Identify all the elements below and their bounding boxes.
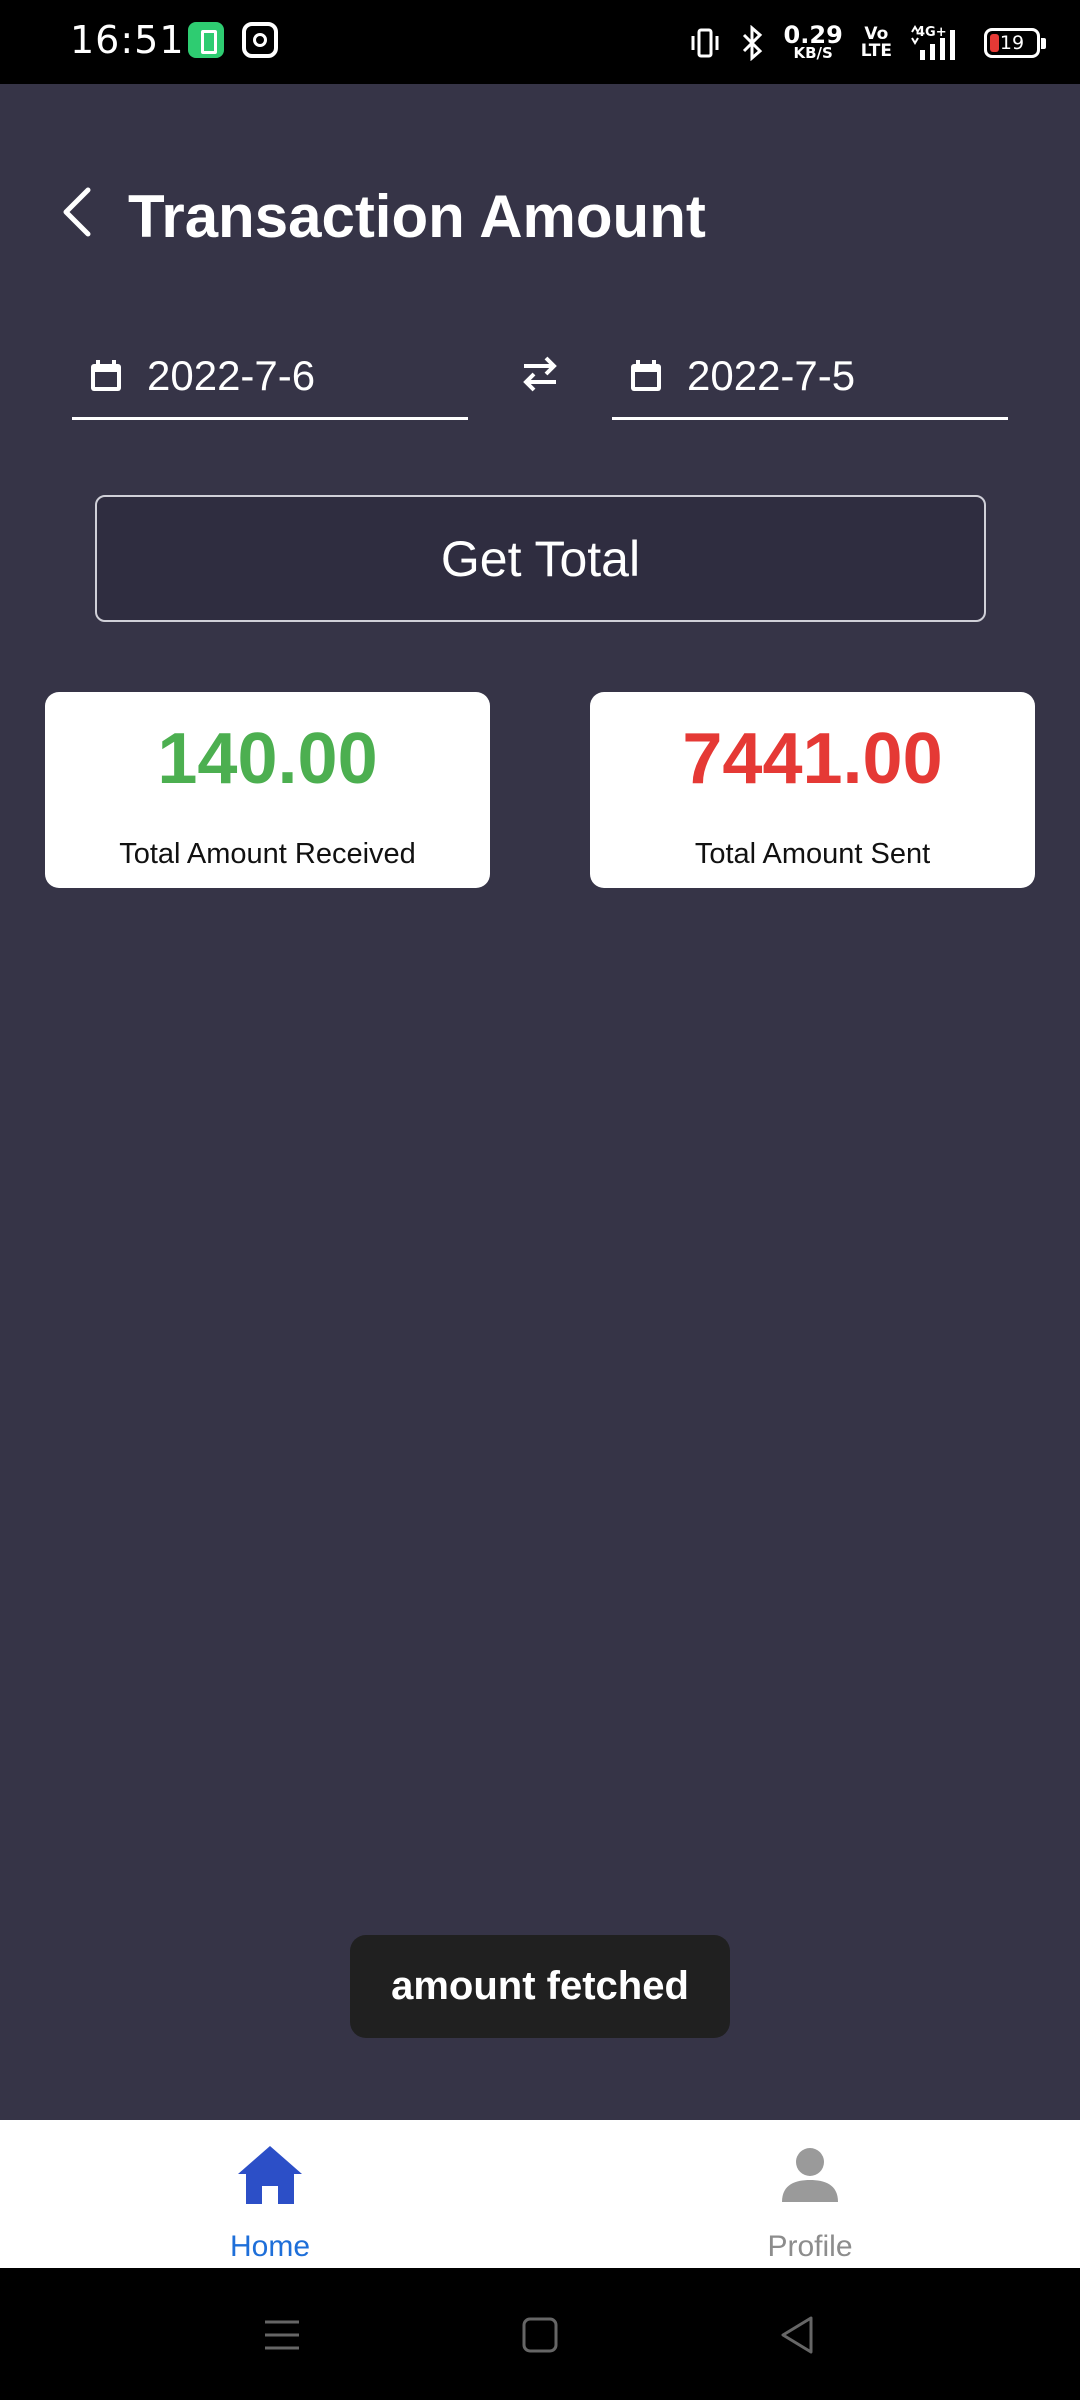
nav-item-profile[interactable]: Profile [540,2120,1080,2268]
menu-icon[interactable] [257,2310,307,2360]
home-icon [238,2146,302,2204]
to-date-value: 2022-7-5 [687,352,856,399]
calendar-icon [91,360,121,391]
from-date-field[interactable]: 2022-7-6 [72,340,468,420]
bluetooth-icon [742,25,762,61]
bottom-nav: Home Profile [0,2120,1080,2268]
to-date-field[interactable]: 2022-7-5 [612,340,1008,420]
from-date-value: 2022-7-6 [147,352,316,399]
received-card: 140.00 Total Amount Received [45,692,490,888]
status-bar: 16:51 0.29 KB/S Vo LTE 4G+ 19 [0,0,1080,84]
page-title: Transaction Amount [128,183,706,250]
swap-icon[interactable] [518,352,562,396]
signal-icon: 4G+ [911,25,955,60]
received-amount: 140.00 [157,719,378,799]
back-triangle-icon[interactable] [773,2310,823,2360]
status-time: 16:51 [70,18,185,62]
system-nav-bar [0,2268,1080,2400]
get-total-button[interactable]: Get Total [95,495,986,622]
calendar-icon [631,360,661,391]
vibrate-icon [691,28,719,58]
volte-indicator: Vo LTE [861,26,892,60]
battery-level: 19 [999,32,1025,54]
battery-saver-notification-icon [188,22,224,58]
status-icons: 0.29 KB/S Vo LTE 4G+ 19 [688,18,1046,68]
battery-icon: 19 [984,28,1046,58]
nav-item-home[interactable]: Home [0,2120,540,2268]
nav-label-home: Home [229,2230,311,2263]
volte-bottom: LTE [860,41,892,61]
nav-label-profile: Profile [767,2230,853,2263]
instagram-notification-icon [242,22,278,58]
home-button-icon[interactable] [515,2310,565,2360]
received-label: Total Amount Received [119,838,416,870]
sent-label: Total Amount Sent [694,838,931,870]
toast-message: amount fetched [350,1935,730,2038]
network-type: 4G+ [916,25,947,40]
network-speed: 0.29 KB/S [784,24,843,63]
app-header: Transaction Amount [0,160,1080,270]
person-icon [782,2148,838,2202]
sent-card: 7441.00 Total Amount Sent [590,692,1035,888]
back-arrow-icon[interactable] [52,182,112,242]
sent-amount: 7441.00 [682,719,943,799]
network-speed-unit: KB/S [793,44,833,63]
